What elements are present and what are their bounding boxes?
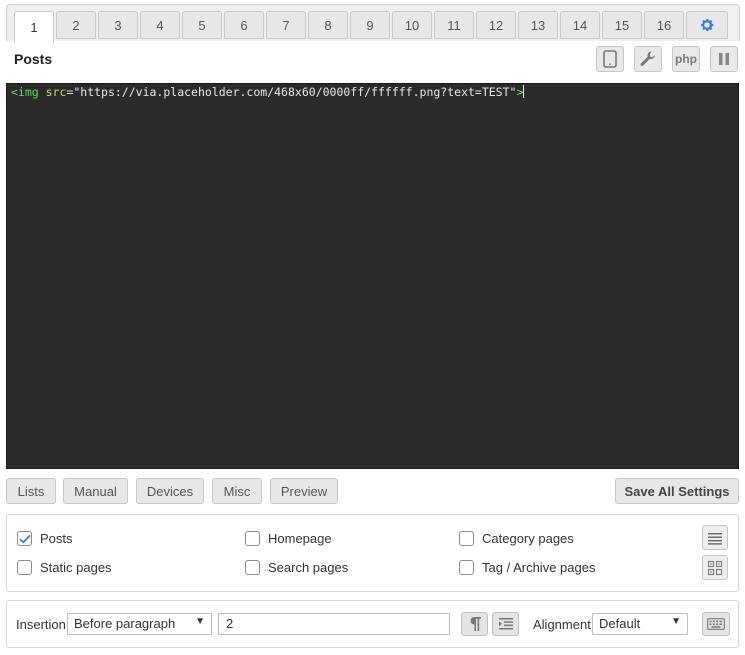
tab-8[interactable]: 8 bbox=[308, 11, 348, 39]
dropdown-arrow-icon: ▼ bbox=[671, 616, 681, 627]
paragraph-number-value: 2 bbox=[226, 616, 234, 631]
block-title: Posts bbox=[14, 51, 53, 67]
code-close: > bbox=[516, 85, 524, 99]
php-button[interactable]: php bbox=[672, 46, 700, 72]
tab-4[interactable]: 4 bbox=[140, 11, 180, 39]
checkbox-posts[interactable]: Posts bbox=[17, 531, 73, 546]
posts-checkbox-box[interactable] bbox=[17, 531, 32, 546]
tab-6[interactable]: 6 bbox=[224, 11, 264, 39]
save-all-settings-button[interactable]: Save All Settings bbox=[615, 478, 739, 504]
category-checkbox-box[interactable] bbox=[459, 531, 474, 546]
wrench-icon bbox=[640, 51, 655, 66]
settings-wrench-button[interactable] bbox=[634, 46, 662, 72]
tab-10[interactable]: 10 bbox=[392, 11, 432, 39]
search-checkbox-box[interactable] bbox=[245, 560, 260, 575]
insertion-panel: Insertion Before paragraph ▼ 2 Alignment… bbox=[6, 600, 739, 648]
tab-12[interactable]: 12 bbox=[476, 11, 516, 39]
search-label: Search pages bbox=[268, 560, 349, 575]
alignment-selected-value: Default bbox=[599, 616, 641, 631]
list-view-button[interactable] bbox=[702, 525, 728, 550]
paragraph-number-input[interactable]: 2 bbox=[218, 613, 450, 635]
tablet-icon bbox=[603, 50, 617, 68]
tab-bar: 1 2 3 4 5 6 7 8 9 10 11 12 13 14 15 16 bbox=[6, 4, 740, 43]
tag-label: Tag / Archive pages bbox=[482, 560, 596, 575]
insertion-selected-value: Before paragraph bbox=[74, 616, 176, 631]
code-value: "https://via.placeholder.com/468x60/0000… bbox=[73, 85, 517, 99]
pilcrow-icon bbox=[469, 617, 481, 631]
tab-3[interactable]: 3 bbox=[98, 11, 138, 39]
tab-9[interactable]: 9 bbox=[350, 11, 390, 39]
code-tag: <img bbox=[11, 85, 39, 99]
checkmark-icon bbox=[18, 534, 31, 544]
php-label: php bbox=[675, 52, 697, 66]
tabs: 1 2 3 4 5 6 7 8 9 10 11 12 13 14 15 16 bbox=[14, 11, 730, 43]
alignment-select[interactable]: Default ▼ bbox=[592, 613, 688, 635]
posts-label: Posts bbox=[40, 531, 73, 546]
dropdown-arrow-icon: ▼ bbox=[195, 616, 205, 627]
code-editor[interactable]: <img src="https://via.placeholder.com/46… bbox=[6, 83, 739, 469]
homepage-label: Homepage bbox=[268, 531, 332, 546]
checkbox-static-pages[interactable]: Static pages bbox=[17, 560, 112, 575]
static-label: Static pages bbox=[40, 560, 112, 575]
gear-icon bbox=[701, 18, 714, 32]
keyboard-icon bbox=[707, 618, 725, 630]
keyboard-button[interactable] bbox=[702, 612, 730, 636]
indent-list-icon bbox=[498, 618, 513, 630]
tab-13[interactable]: 13 bbox=[518, 11, 558, 39]
paragraph-button[interactable] bbox=[461, 612, 488, 636]
checkbox-homepage[interactable]: Homepage bbox=[245, 531, 332, 546]
pause-button[interactable] bbox=[710, 46, 738, 72]
lists-button[interactable]: Lists bbox=[6, 478, 56, 504]
page-types-panel: Posts Homepage Category pages Static pag… bbox=[6, 514, 739, 592]
tab-settings[interactable] bbox=[686, 11, 728, 39]
tag-checkbox-box[interactable] bbox=[459, 560, 474, 575]
tab-1[interactable]: 1 bbox=[14, 11, 54, 43]
tab-15[interactable]: 15 bbox=[602, 11, 642, 39]
tab-11[interactable]: 11 bbox=[434, 11, 474, 39]
insertion-label: Insertion bbox=[16, 617, 66, 632]
device-toggle-button[interactable] bbox=[596, 46, 624, 72]
homepage-checkbox-box[interactable] bbox=[245, 531, 260, 546]
text-cursor bbox=[523, 85, 525, 98]
checkbox-search-pages[interactable]: Search pages bbox=[245, 560, 348, 575]
manual-button[interactable]: Manual bbox=[63, 478, 128, 504]
tab-7[interactable]: 7 bbox=[266, 11, 306, 39]
preview-button[interactable]: Preview bbox=[270, 478, 338, 504]
tab-14[interactable]: 14 bbox=[560, 11, 600, 39]
grid-view-button[interactable] bbox=[702, 555, 728, 580]
checkbox-category-pages[interactable]: Category pages bbox=[459, 531, 574, 546]
tab-16[interactable]: 16 bbox=[644, 11, 684, 39]
alignment-label: Alignment bbox=[533, 617, 591, 632]
static-checkbox-box[interactable] bbox=[17, 560, 32, 575]
text-indent-button[interactable] bbox=[492, 612, 519, 636]
tab-5[interactable]: 5 bbox=[182, 11, 222, 39]
category-label: Category pages bbox=[482, 531, 574, 546]
pause-icon bbox=[719, 53, 729, 65]
checkbox-tag-archive-pages[interactable]: Tag / Archive pages bbox=[459, 560, 595, 575]
misc-button[interactable]: Misc bbox=[212, 478, 262, 504]
code-attr: src bbox=[38, 85, 67, 99]
insertion-select[interactable]: Before paragraph ▼ bbox=[67, 613, 212, 635]
devices-button[interactable]: Devices bbox=[136, 478, 204, 504]
list-lines-icon bbox=[708, 532, 722, 545]
qr-grid-icon bbox=[707, 560, 723, 575]
tab-2[interactable]: 2 bbox=[56, 11, 96, 39]
